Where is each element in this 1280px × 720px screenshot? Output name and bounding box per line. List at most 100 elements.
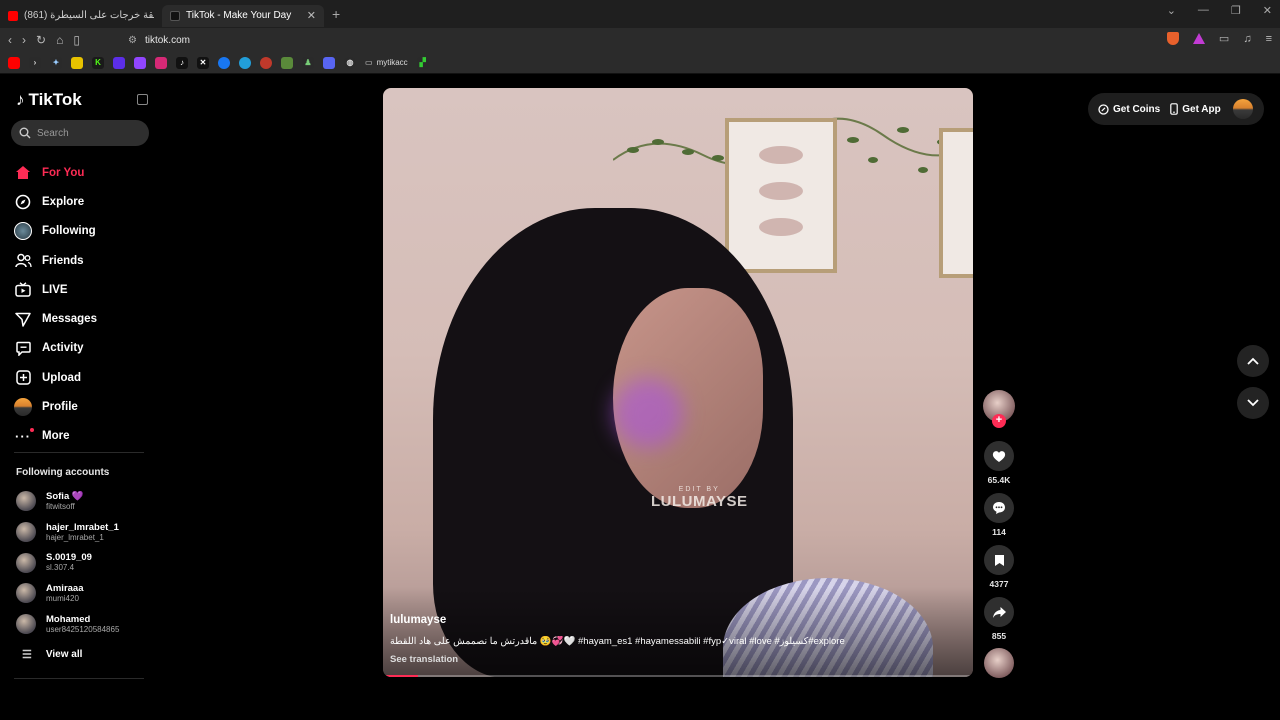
bookmark-icon[interactable]: ▯ (73, 33, 80, 47)
like-action[interactable]: 65.4K (983, 441, 1015, 485)
following-account[interactable]: hajer_lmrabet_1 hajer_lmrabet_1 (16, 517, 119, 548)
collapse-sidebar-icon[interactable] (137, 94, 148, 105)
window-controls: ⌄ — ❐ ✕ (1167, 4, 1272, 17)
bookmark-arrow-icon[interactable]: › (29, 56, 41, 69)
save-count: 4377 (989, 579, 1009, 589)
bookmark-folder[interactable]: ▭ mytikacc (365, 58, 408, 67)
nav-following[interactable]: Following (14, 217, 154, 246)
account-handle: fitwitsoff (46, 501, 75, 511)
bookmark-red-icon[interactable] (260, 56, 272, 69)
bookmark-tiktok-icon[interactable]: ♪ (176, 56, 188, 69)
account-text: Mohamed user8425120584865 (46, 614, 119, 635)
wall-frame (725, 118, 837, 273)
new-tab-button[interactable]: + (332, 6, 340, 22)
bookmark-twitch-icon[interactable] (134, 56, 146, 69)
tiktok-logo[interactable]: ♪ TikTok (16, 90, 82, 110)
bookmark-kick-icon[interactable]: K (92, 56, 104, 69)
get-coins-button[interactable]: Get Coins (1098, 104, 1160, 115)
nav-more[interactable]: ··· More (14, 422, 154, 451)
save-action[interactable]: 4377 (983, 545, 1015, 589)
following-account[interactable]: Mohamed user8425120584865 (16, 609, 119, 640)
nav-activity[interactable]: Activity (14, 334, 154, 363)
bookmark-save-icon[interactable] (984, 545, 1014, 575)
user-avatar[interactable] (1232, 99, 1253, 119)
reload-icon[interactable]: ↻ (36, 33, 46, 47)
share-action[interactable]: 855 (983, 597, 1015, 641)
video-player[interactable]: EDIT BY LULUMAYSE lulumayse ماقدرتش ما ن… (383, 88, 973, 677)
purple-light (613, 378, 683, 448)
bookmark-figure-icon[interactable]: ♟ (302, 56, 314, 69)
browser-tab-youtube[interactable]: (861) أكثر حلقة خرجات على السيطرة (0, 5, 162, 27)
account-name: Mohamed (46, 613, 91, 625)
following-accounts-title: Following accounts (16, 467, 110, 478)
see-translation-link[interactable]: See translation (390, 654, 458, 665)
home-browser-icon[interactable]: ⌂ (56, 33, 63, 47)
nav-for-you[interactable]: For You (14, 158, 154, 187)
account-handle: mumi420 (46, 593, 79, 603)
nav-friends[interactable]: Friends (14, 246, 154, 275)
nav-label: Explore (42, 195, 85, 208)
maximize-icon[interactable]: ❐ (1231, 4, 1241, 17)
bookmark-youtube-icon[interactable] (8, 56, 20, 69)
follow-plus-icon[interactable]: + (992, 414, 1006, 428)
bookmark-purple-icon[interactable] (113, 56, 125, 69)
action-column: + 65.4K 114 4377 855 (983, 390, 1015, 678)
wall-frame (939, 128, 973, 278)
get-app-button[interactable]: Get App (1170, 103, 1221, 115)
browser-tab-tiktok[interactable]: TikTok - Make Your Day ✕ (162, 4, 324, 27)
bookmark-instagram-icon[interactable] (155, 56, 167, 69)
brave-shield-icon[interactable] (1166, 32, 1179, 45)
sidebar-divider (14, 678, 144, 679)
bookmark-yellow-icon[interactable] (71, 56, 83, 69)
tab-list-icon[interactable]: ⌄ (1167, 4, 1176, 17)
music-disc-avatar[interactable] (984, 648, 1014, 678)
comment-action[interactable]: 114 (983, 493, 1015, 537)
friends-icon (14, 252, 32, 270)
brave-rewards-icon[interactable] (1192, 33, 1205, 44)
bookmark-sparkle-icon[interactable]: ✦ (50, 56, 62, 69)
previous-video-button[interactable] (1237, 345, 1269, 377)
site-info-icon[interactable]: ⚙ (128, 35, 137, 46)
heart-icon[interactable] (984, 441, 1014, 471)
forward-icon[interactable]: › (22, 33, 26, 47)
view-all-button[interactable]: ☰ View all (22, 648, 82, 661)
following-account[interactable]: Sofia 💜 fitwitsoff (16, 486, 119, 517)
watermark-small: EDIT BY (678, 486, 720, 493)
account-handle: user8425120584865 (46, 624, 120, 634)
following-account[interactable]: S.0019_09 sl.307.4 (16, 547, 119, 578)
share-icon[interactable] (984, 597, 1014, 627)
bookmark-telegram-icon[interactable] (239, 56, 251, 69)
account-avatar (16, 583, 36, 604)
next-video-button[interactable] (1237, 387, 1269, 419)
back-icon[interactable]: ‹ (8, 33, 12, 47)
following-account[interactable]: Amiraaa mumi420 (16, 578, 119, 609)
address-bar[interactable]: ⚙ tiktok.com (128, 35, 190, 46)
comment-icon[interactable] (984, 493, 1014, 523)
nav-upload[interactable]: Upload (14, 363, 154, 392)
video-author[interactable]: lulumayse (390, 614, 446, 626)
nav-profile[interactable]: Profile (14, 392, 154, 421)
bookmark-x-icon[interactable]: ✕ (197, 56, 209, 69)
account-handle: hajer_lmrabet_1 (46, 532, 104, 542)
phone-icon (1170, 103, 1179, 115)
media-icon[interactable]: ♫ (1243, 33, 1251, 45)
search-box[interactable] (11, 120, 149, 146)
close-window-icon[interactable]: ✕ (1263, 4, 1272, 17)
bookmark-discord-icon[interactable] (323, 56, 335, 69)
nav-explore[interactable]: Explore (14, 187, 154, 216)
nav-messages[interactable]: Messages (14, 304, 154, 333)
nav-live[interactable]: LIVE (14, 275, 154, 304)
menu-icon[interactable]: ≡ (1266, 33, 1272, 45)
video-progress-bar[interactable] (383, 675, 973, 677)
bookmark-signal-icon[interactable]: ▞ (416, 56, 429, 69)
sidebar-toggle-icon[interactable]: ▭ (1219, 32, 1229, 45)
bookmark-facebook-icon[interactable] (218, 56, 230, 69)
caption-overlay (383, 587, 973, 677)
creator-avatar[interactable]: + (983, 390, 1015, 428)
close-tab-icon[interactable]: ✕ (307, 9, 316, 22)
bookmark-globe-icon[interactable]: ◍ (344, 56, 356, 69)
bookmark-green-icon[interactable] (281, 56, 293, 69)
minimize-icon[interactable]: — (1198, 4, 1209, 17)
search-input[interactable] (37, 127, 137, 139)
search-icon (19, 127, 31, 139)
